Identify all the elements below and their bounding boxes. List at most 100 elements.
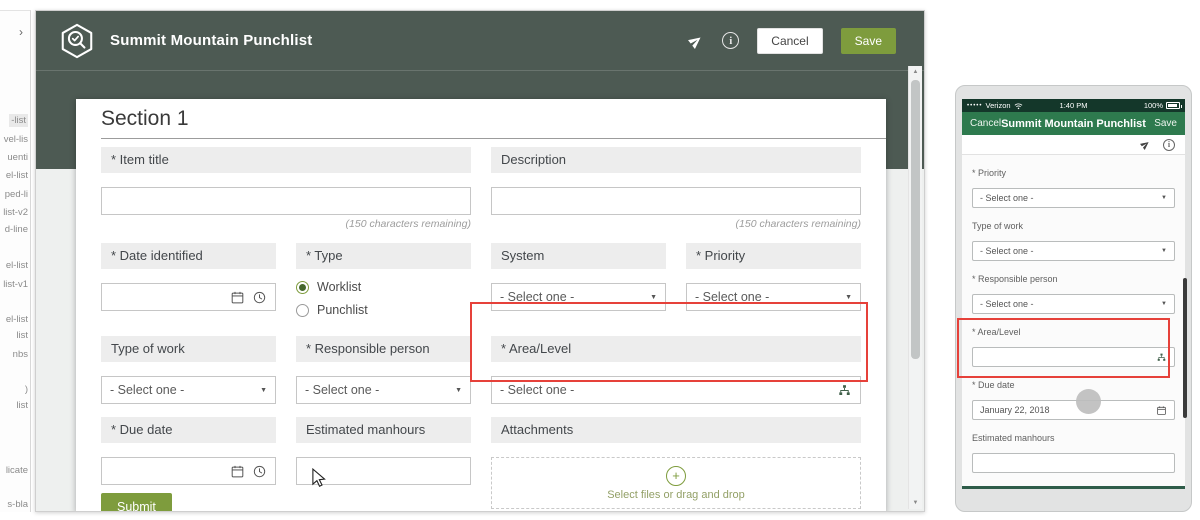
field-priority: * Priority - Select one - [686,243,861,323]
area-level-label: * Area/Level [972,327,1175,337]
estimated-manhours-label: Estimated manhours [296,417,471,443]
sidebar-item[interactable]: el-list [6,169,28,182]
sidebar-item[interactable]: el-list [6,313,28,326]
type-of-work-select[interactable]: - Select one - [101,376,276,404]
radio-unselected-icon[interactable] [296,304,309,317]
sidebar-item[interactable]: vel-lis [4,133,28,146]
priority-label: * Priority [972,168,1175,178]
sidebar-item[interactable]: list-v2 [3,206,28,219]
responsible-person-label: * Responsible person [296,336,471,362]
plus-circle-icon [666,466,686,486]
chevron-down-icon [1161,301,1167,307]
field-area-level: * Area/Level - Select one - [491,336,861,404]
sidebar-item[interactable]: list [16,329,28,342]
chevron-down-icon [845,294,852,301]
type-label: * Type [296,243,471,269]
info-icon[interactable] [1163,139,1175,151]
send-location-icon[interactable] [685,29,707,51]
form-panel: Section 1 * Item title (150 characters r… [76,99,886,512]
info-icon[interactable] [722,32,739,49]
sidebar-item[interactable]: ) [25,383,28,396]
sidebar-item[interactable]: nbs [13,348,28,361]
priority-select[interactable]: - Select one - [972,188,1175,208]
section-divider [101,138,886,139]
phone-field-estimated-manhours: Estimated manhours [962,420,1185,473]
attachments-label: Attachments [491,417,861,443]
field-system: System - Select one - [491,243,666,323]
type-of-work-select[interactable]: - Select one - [972,241,1175,261]
hierarchy-tree-icon[interactable] [1156,352,1167,363]
item-title-char-hint: (150 characters remaining) [101,218,471,230]
hierarchy-tree-icon[interactable] [837,383,852,398]
due-date-input[interactable]: January 22, 2018 [972,400,1175,420]
sidebar-item[interactable]: el-list [6,259,28,272]
send-location-icon[interactable] [1138,137,1153,152]
area-level-select[interactable]: - Select one - [491,376,861,404]
radio-punchlist-label: Punchlist [317,303,368,317]
sidebar-item[interactable]: s-bla [7,498,28,511]
chevron-down-icon [650,294,657,301]
radio-selected-icon[interactable] [296,281,309,294]
date-identified-input[interactable] [101,283,276,311]
status-carrier: Verizon [986,101,1011,110]
cancel-button[interactable]: Cancel [757,28,822,54]
desktop-scrollbar[interactable] [908,66,922,509]
phone-screen: 1:40 PM Verizon 100% Summit Mountain Pun… [962,99,1185,489]
phone-field-responsible-person: * Responsible person - Select one - [962,261,1185,314]
field-attachments: Attachments Select files or drag and dro… [491,417,861,509]
system-label: System [491,243,666,269]
sidebar-item[interactable]: ped-li [5,188,28,201]
collapsed-sidebar: -list vel-lis uenti el-list ped-li list-… [0,10,31,512]
priority-label: * Priority [686,243,861,269]
field-item-title: * Item title (150 characters remaining) [101,147,471,230]
field-type: * Type Worklist Punchlist [296,243,471,323]
sidebar-item[interactable]: licate [6,464,28,477]
due-date-input[interactable] [101,457,276,485]
radio-punchlist[interactable]: Punchlist [296,300,471,320]
attachments-dropzone[interactable]: Select files or drag and drop [491,457,861,509]
phone-cancel-button[interactable]: Cancel [970,118,1001,129]
type-radio-group: Worklist Punchlist [296,277,471,320]
scroll-down-arrow-icon[interactable] [909,500,922,506]
submit-button[interactable]: Submit [101,493,172,512]
estimated-manhours-label: Estimated manhours [972,433,1175,443]
description-char-hint: (150 characters remaining) [491,218,861,230]
phone-nav-bar: Summit Mountain Punchlist Cancel Save [962,112,1185,135]
sidebar-item[interactable]: d-line [5,223,28,236]
priority-select[interactable]: - Select one - [686,283,861,311]
phone-field-priority: * Priority - Select one - [962,155,1185,208]
description-input[interactable] [491,187,861,215]
field-date-identified: * Date identified [101,243,276,323]
responsible-person-select[interactable]: - Select one - [296,376,471,404]
chevron-down-icon [1161,248,1167,254]
calendar-icon[interactable] [1156,405,1167,416]
estimated-manhours-input[interactable] [972,453,1175,473]
radio-worklist[interactable]: Worklist [296,277,471,297]
scroll-up-arrow-icon[interactable] [909,69,922,75]
section-title: Section 1 [101,107,189,131]
phone-save-button[interactable]: Save [1154,118,1177,129]
system-select[interactable]: - Select one - [491,283,666,311]
area-level-select[interactable] [972,347,1175,367]
type-of-work-label: Type of work [972,221,1175,231]
item-title-input[interactable] [101,187,471,215]
save-button[interactable]: Save [841,28,896,54]
phone-scrollbar-thumb[interactable] [1183,278,1187,418]
scrollbar-thumb[interactable] [911,80,920,359]
chevron-down-icon [260,387,267,394]
form-grid: * Item title (150 characters remaining) … [101,147,861,509]
responsible-person-select[interactable]: - Select one - [972,294,1175,314]
sidebar-item[interactable]: uenti [7,151,28,164]
clock-icon[interactable] [252,290,267,305]
calendar-icon[interactable] [230,464,245,479]
sidebar-item[interactable]: list-v1 [3,278,28,291]
calendar-icon[interactable] [230,290,245,305]
sidebar-item[interactable]: -list [9,114,28,127]
sidebar-expand-chevron-icon[interactable] [19,25,23,39]
header-actions: Cancel Save [688,28,896,54]
type-of-work-label: Type of work [101,336,276,362]
clock-icon[interactable] [252,464,267,479]
window-header: Summit Mountain Punchlist Cancel Save [36,11,924,71]
sidebar-item[interactable]: list [16,399,28,412]
due-date-label: * Due date [101,417,276,443]
